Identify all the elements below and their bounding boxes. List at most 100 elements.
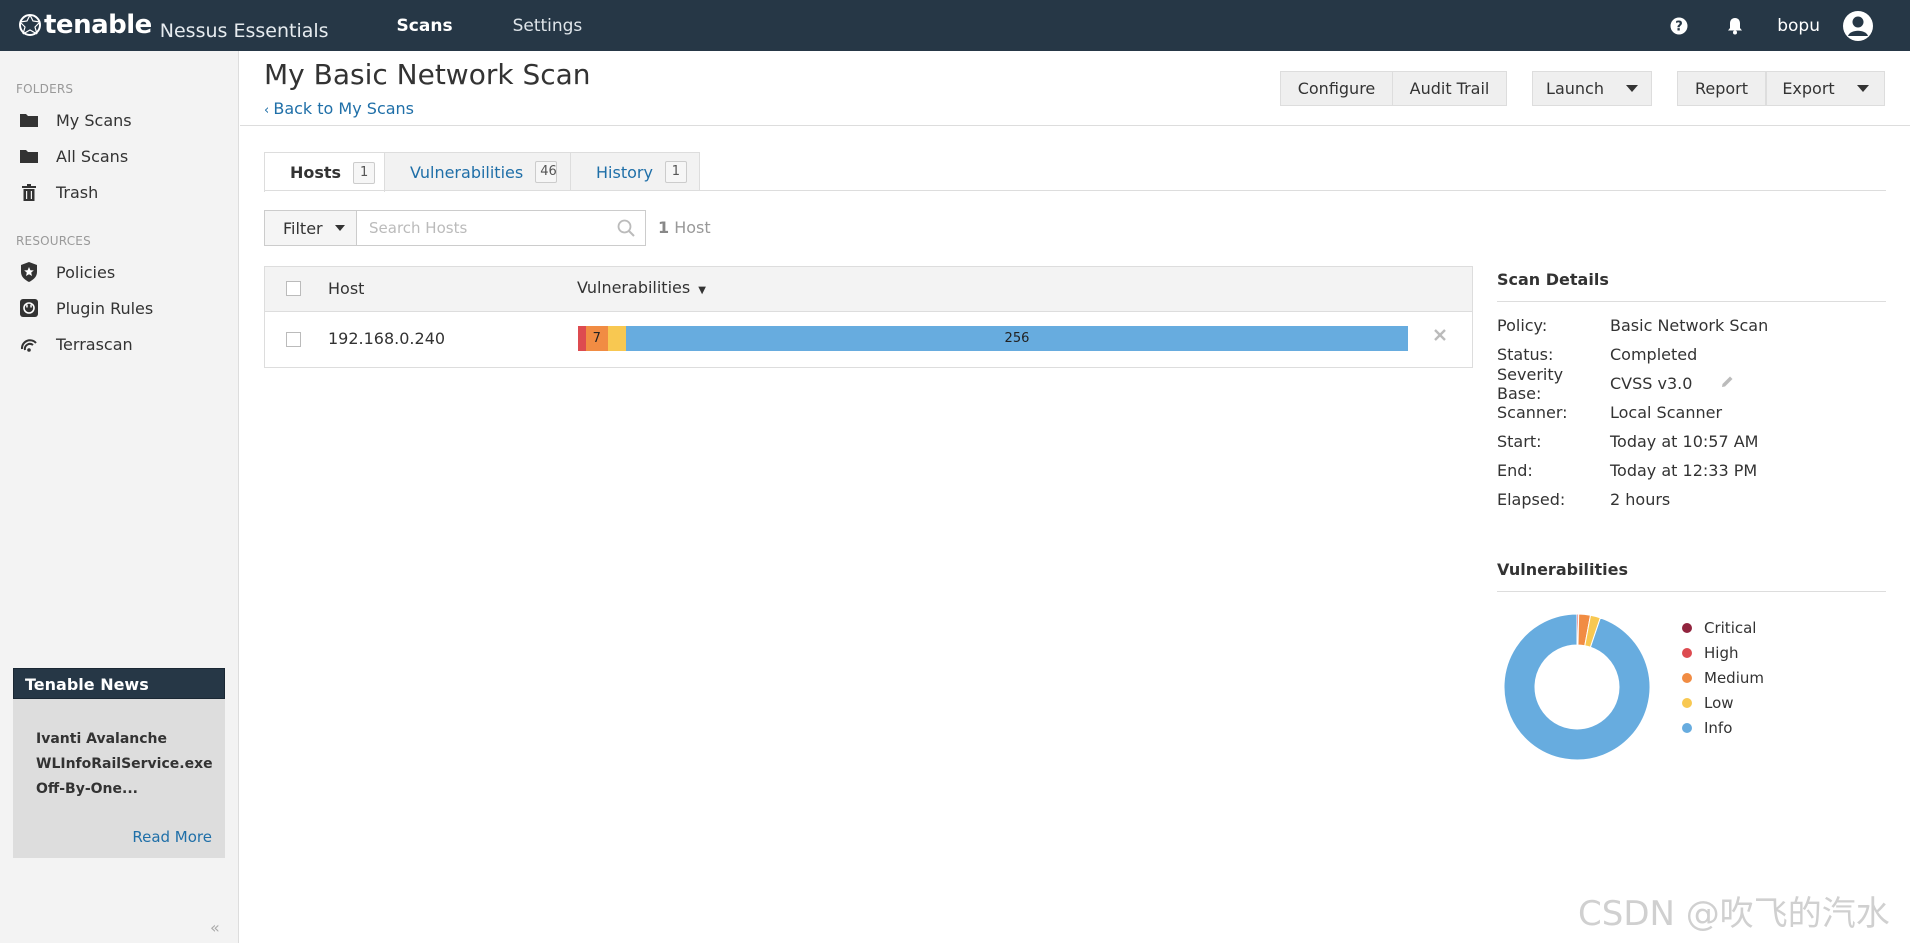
folder-icon [18, 146, 40, 166]
sidebar-item-terrascan[interactable]: Terrascan [0, 326, 238, 362]
caret-down-icon [334, 225, 345, 231]
legend-item-low[interactable]: Low [1682, 690, 1764, 715]
detail-scanner: Scanner: Local Scanner [1497, 398, 1886, 427]
launch-button[interactable]: Launch [1532, 71, 1652, 106]
sidebar-item-label: Terrascan [56, 334, 133, 354]
configure-button[interactable]: Configure [1280, 71, 1393, 106]
tab-label: Hosts [290, 163, 342, 182]
delete-row-icon[interactable] [1433, 327, 1447, 346]
sidebar-item-all-scans[interactable]: All Scans [0, 138, 238, 174]
shield-icon [18, 262, 40, 282]
watermark: CSDN @吹飞的汽水 [1578, 894, 1890, 934]
legend-item-info[interactable]: Info [1682, 715, 1764, 740]
svg-text:?: ? [1675, 19, 1683, 34]
legend-label: Medium [1704, 668, 1764, 687]
sidebar-item-trash[interactable]: Trash [0, 174, 238, 210]
resources-label: RESOURCES [16, 234, 91, 248]
sidebar-item-label: Policies [56, 262, 116, 282]
table-row[interactable]: 192.168.0.240 7 256 [265, 312, 1472, 367]
collapse-sidebar-icon[interactable]: « [210, 918, 220, 937]
donut-slice-info[interactable] [1503, 613, 1651, 761]
tab-hosts[interactable]: Hosts 1 [264, 152, 385, 192]
legend-item-high[interactable]: High [1682, 640, 1764, 665]
search-icon[interactable] [617, 219, 635, 241]
back-link-label: Back to My Scans [273, 99, 415, 118]
tenable-news: Tenable News Ivanti Avalanche WLInfoRail… [13, 668, 225, 858]
top-right: ? bopu [1651, 8, 1886, 44]
report-button[interactable]: Report [1677, 71, 1766, 106]
read-more-link[interactable]: Read More [132, 828, 212, 846]
detail-elapsed: Elapsed: 2 hours [1497, 485, 1886, 514]
tenable-logo-icon [19, 13, 41, 36]
detail-key: Start: [1497, 432, 1542, 451]
legend-label: Low [1704, 693, 1734, 712]
detail-key: End: [1497, 461, 1533, 480]
username[interactable]: bopu [1777, 16, 1820, 36]
sidebar-item-plugin-rules[interactable]: Plugin Rules [0, 290, 238, 326]
detail-start: Start: Today at 10:57 AM [1497, 427, 1886, 456]
legend-dot [1682, 647, 1692, 658]
detail-value: Basic Network Scan [1610, 316, 1769, 335]
pencil-icon[interactable] [1720, 374, 1734, 393]
page-title: My Basic Network Scan [264, 58, 591, 91]
bell-icon[interactable] [1717, 8, 1753, 44]
row-checkbox[interactable] [286, 332, 301, 347]
detail-key: Status: [1497, 345, 1554, 364]
legend-item-critical[interactable]: Critical [1682, 615, 1764, 640]
trash-icon [18, 182, 40, 202]
sidebar-item-my-scans[interactable]: My Scans [0, 102, 238, 138]
column-header-host[interactable]: Host [328, 279, 364, 298]
tab-count-badge: 1 [353, 161, 376, 184]
legend-item-medium[interactable]: Medium [1682, 665, 1764, 690]
caret-down-icon [1856, 85, 1869, 92]
news-line: Off-By-One... [36, 781, 138, 797]
scan-details: Scan Details Policy: Basic Network Scan S… [1497, 270, 1886, 514]
legend-dot [1682, 622, 1692, 633]
filter-button[interactable]: Filter [264, 210, 357, 246]
sidebar-item-label: My Scans [56, 110, 132, 130]
header-divider [240, 125, 1910, 126]
bar-segment-medium[interactable]: 7 [586, 326, 608, 351]
search-box [356, 210, 646, 246]
bar-segment-info[interactable]: 256 [625, 326, 1408, 351]
sidebar-item-label: Plugin Rules [56, 298, 154, 318]
detail-key: Severity Base: [1497, 364, 1564, 403]
column-header-vulnerabilities[interactable]: Vulnerabilities ▼ [577, 278, 706, 297]
detail-key: Elapsed: [1497, 490, 1566, 509]
tab-vulnerabilities[interactable]: Vulnerabilities 46 [384, 152, 571, 191]
detail-end: End: Today at 12:33 PM [1497, 456, 1886, 485]
legend-label: High [1704, 643, 1739, 662]
host-ip[interactable]: 192.168.0.240 [328, 329, 445, 348]
table-header: Host Vulnerabilities ▼ [265, 267, 1472, 312]
vulnerabilities-chart-title: Vulnerabilities [1497, 560, 1886, 592]
bar-segment-low[interactable] [607, 326, 626, 351]
user-avatar-icon[interactable] [1840, 8, 1876, 44]
search-hosts-input[interactable] [357, 211, 597, 245]
sidebar-item-policies[interactable]: Policies [0, 254, 238, 290]
brand[interactable]: tenable Nessus Essentials [18, 10, 329, 42]
detail-key: Scanner: [1497, 403, 1568, 422]
vulnerability-bar[interactable]: 7 256 [578, 326, 1408, 351]
detail-severity-base: Severity Base: CVSS v3.0 [1497, 365, 1886, 403]
vulnerabilities-donut-chart[interactable] [1502, 612, 1652, 762]
news-headline[interactable]: Ivanti Avalanche WLInfoRailService.exe O… [13, 699, 225, 809]
column-header-label: Vulnerabilities [577, 278, 691, 297]
legend-dot [1682, 672, 1692, 683]
export-button[interactable]: Export [1766, 71, 1885, 106]
tab-history[interactable]: History 1 [570, 152, 700, 191]
tabs-divider [264, 190, 1886, 191]
bar-segment-high[interactable] [578, 326, 586, 351]
legend-label: Critical [1704, 618, 1757, 637]
nav-scans[interactable]: Scans [367, 0, 483, 51]
select-all-checkbox[interactable] [286, 281, 301, 296]
sort-desc-icon: ▼ [698, 285, 706, 296]
help-icon[interactable]: ? [1661, 8, 1697, 44]
folder-icon [18, 110, 40, 130]
back-link[interactable]: ‹ Back to My Scans [264, 99, 414, 118]
detail-policy: Policy: Basic Network Scan [1497, 311, 1886, 340]
nav-settings[interactable]: Settings [483, 0, 613, 51]
audit-trail-button[interactable]: Audit Trail [1392, 71, 1507, 106]
folders-label: FOLDERS [16, 82, 74, 96]
legend-dot [1682, 722, 1692, 733]
detail-value: Today at 10:57 AM [1610, 432, 1759, 451]
